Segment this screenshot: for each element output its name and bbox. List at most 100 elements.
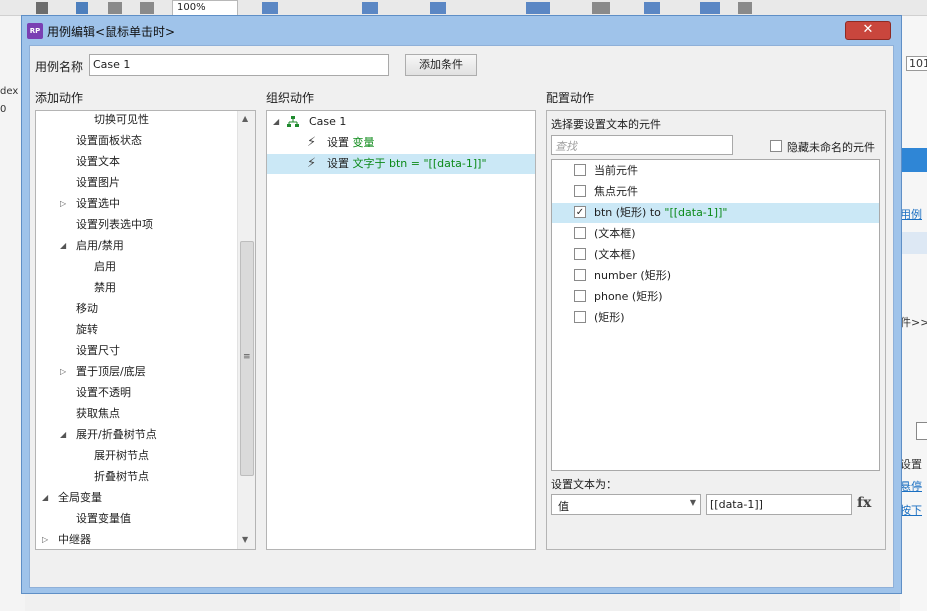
toolbar-icon[interactable] bbox=[36, 2, 48, 14]
collapsed-arrow-icon[interactable]: ▷ bbox=[60, 361, 66, 382]
collapsed-arrow-icon[interactable]: ▷ bbox=[42, 529, 48, 549]
configure-actions-heading: 配置动作 bbox=[546, 91, 595, 105]
widget-checkbox[interactable] bbox=[574, 164, 586, 176]
widget-checkbox[interactable] bbox=[574, 185, 586, 197]
widget-label: (文本框) bbox=[594, 248, 636, 261]
set-text-label: 设置文本为： bbox=[551, 478, 617, 491]
widget-list-item[interactable]: phone (矩形) bbox=[552, 287, 879, 307]
action-tree-label: 设置面板状态 bbox=[76, 134, 142, 147]
action-tree-label: 获取焦点 bbox=[76, 407, 120, 420]
action-tree-label: 展开树节点 bbox=[94, 449, 149, 462]
right-pane-label[interactable]: 件>> bbox=[900, 314, 927, 330]
widget-label: 当前元件 bbox=[594, 164, 638, 177]
right-pane-link[interactable]: 悬停 bbox=[900, 478, 922, 494]
scroll-down-icon[interactable]: ▼ bbox=[242, 535, 248, 544]
expanded-arrow-icon[interactable]: ◢ bbox=[60, 424, 66, 445]
widget-list-item[interactable]: number (矩形) bbox=[552, 266, 879, 286]
scroll-up-icon[interactable]: ▲ bbox=[242, 114, 248, 123]
add-actions-heading: 添加动作 bbox=[35, 91, 84, 105]
expanded-arrow-icon[interactable]: ◢ bbox=[273, 112, 279, 132]
widget-list-item[interactable]: 当前元件 bbox=[552, 161, 879, 181]
add-condition-button[interactable]: 添加条件 bbox=[405, 54, 477, 76]
action-tree-label: 设置列表选中项 bbox=[76, 218, 153, 231]
text-type-value: 值 bbox=[558, 500, 569, 513]
action-item[interactable]: ⚡ 设置 变量 bbox=[267, 133, 535, 153]
action-tree-label: 移动 bbox=[76, 302, 98, 315]
organize-actions-tree: ◢ Case 1 ⚡ 设置 变量 ⚡ 设置 文字于 btn = "[[data-1]]… bbox=[266, 110, 536, 550]
widget-checkbox[interactable] bbox=[574, 227, 586, 239]
toolbar-icon[interactable] bbox=[430, 2, 446, 14]
action-prefix: 设置 bbox=[327, 136, 353, 149]
text-value-input[interactable]: [[data-1]] bbox=[706, 494, 852, 515]
toolbar-icon[interactable] bbox=[738, 2, 752, 14]
dialog-title: 用例编辑<鼠标单击时> bbox=[47, 25, 176, 39]
toolbar-icon[interactable] bbox=[644, 2, 660, 14]
action-tree-label: 中继器 bbox=[58, 533, 91, 546]
text-type-select[interactable]: 值 ▼ bbox=[551, 494, 701, 515]
case-name-label: 用例名称 bbox=[35, 60, 84, 74]
widget-checkbox[interactable] bbox=[574, 311, 586, 323]
widget-list-item[interactable]: (矩形) bbox=[552, 308, 879, 328]
toolbar-icon[interactable] bbox=[108, 2, 122, 14]
add-actions-scrollbar[interactable]: ▲ ≡ ▼ bbox=[237, 111, 255, 549]
collapsed-arrow-icon[interactable]: ▷ bbox=[60, 193, 66, 214]
action-tree-label: 置于顶层/底层 bbox=[76, 365, 146, 378]
widget-label: (文本框) bbox=[594, 227, 636, 240]
widget-list: 当前元件焦点元件 ✓ btn (矩形) to "[[data-1]]" (文本框) (文… bbox=[551, 159, 880, 471]
organize-actions-heading: 组织动作 bbox=[266, 91, 315, 105]
action-tree-label: 设置尺寸 bbox=[76, 344, 120, 357]
widget-checkbox[interactable] bbox=[574, 248, 586, 260]
widget-list-item[interactable]: (文本框) bbox=[552, 224, 879, 244]
hide-unnamed-checkbox[interactable] bbox=[770, 140, 782, 152]
close-button[interactable]: ✕ bbox=[845, 21, 891, 40]
right-pane-box[interactable] bbox=[916, 422, 927, 440]
expanded-arrow-icon[interactable]: ◢ bbox=[42, 487, 48, 508]
action-tree-label: 折叠树节点 bbox=[94, 470, 149, 483]
widget-list-item[interactable]: (文本框) bbox=[552, 245, 879, 265]
scroll-thumb[interactable]: ≡ bbox=[240, 241, 254, 476]
right-pane-value[interactable]: 101 bbox=[906, 56, 927, 71]
case-name-input[interactable]: Case 1 bbox=[89, 54, 389, 76]
right-pane-row[interactable] bbox=[900, 232, 927, 254]
toolbar-icon[interactable] bbox=[262, 2, 278, 14]
action-item[interactable]: ⚡ 设置 文字于 btn = "[[data-1]]" bbox=[267, 154, 535, 174]
action-tree-label: 启用/禁用 bbox=[76, 239, 124, 252]
left-pane-label: dex bbox=[0, 86, 19, 97]
zoom-select[interactable]: 100% bbox=[172, 0, 238, 16]
widget-checkbox[interactable] bbox=[574, 290, 586, 302]
action-detail: 变量 bbox=[352, 136, 375, 149]
toolbar-icon[interactable] bbox=[700, 2, 720, 14]
widget-search-input[interactable]: 查找 bbox=[551, 135, 733, 155]
dialog-body: 用例名称 Case 1 添加条件 添加动作 组织动作 配置动作 切换可见性 设置面… bbox=[29, 45, 894, 588]
fx-button[interactable]: fx bbox=[857, 495, 871, 511]
right-pane-link[interactable]: 用例 bbox=[900, 206, 922, 222]
widget-checkbox[interactable] bbox=[574, 269, 586, 281]
widget-label: 焦点元件 bbox=[594, 185, 638, 198]
left-pane-label: 0 bbox=[0, 104, 7, 115]
toolbar-icon[interactable] bbox=[592, 2, 610, 14]
widget-list-item[interactable]: 焦点元件 bbox=[552, 182, 879, 202]
toolbar-icon[interactable] bbox=[526, 2, 550, 14]
widget-list-item[interactable]: ✓ btn (矩形) to "[[data-1]]" bbox=[552, 203, 879, 223]
close-icon: ✕ bbox=[862, 22, 874, 37]
dropdown-arrow-icon[interactable]: ▼ bbox=[690, 498, 696, 507]
action-detail: 文字于 btn = "[[data-1]]" bbox=[352, 157, 487, 170]
right-pane-link[interactable]: 按下 bbox=[900, 502, 922, 518]
background-right-pane: 101 用例 件>> 设置 悬停 按下 bbox=[900, 16, 927, 611]
case-label: Case 1 bbox=[309, 115, 347, 128]
dialog-titlebar[interactable]: RP 用例编辑<鼠标单击时> ✕ bbox=[22, 16, 901, 45]
widget-checkbox[interactable]: ✓ bbox=[574, 206, 586, 218]
toolbar-icon[interactable] bbox=[76, 2, 88, 14]
right-pane-tab[interactable] bbox=[900, 148, 927, 172]
action-tree-label: 设置选中 bbox=[76, 197, 120, 210]
case-node[interactable]: ◢ Case 1 bbox=[267, 112, 535, 132]
toolbar-icon[interactable] bbox=[362, 2, 378, 14]
axure-app-icon: RP bbox=[27, 23, 43, 39]
configure-actions-panel: 选择要设置文本的元件 查找 隐藏未命名的元件 当前元件 焦点元件 ✓ btn (矩形)… bbox=[546, 110, 886, 550]
action-tree-label: 设置变量值 bbox=[76, 512, 131, 525]
toolbar-icon[interactable] bbox=[140, 2, 154, 14]
expanded-arrow-icon[interactable]: ◢ bbox=[60, 235, 66, 256]
widget-label: phone (矩形) bbox=[594, 290, 663, 303]
lightning-icon: ⚡ bbox=[307, 135, 317, 150]
action-prefix: 设置 bbox=[327, 157, 353, 170]
